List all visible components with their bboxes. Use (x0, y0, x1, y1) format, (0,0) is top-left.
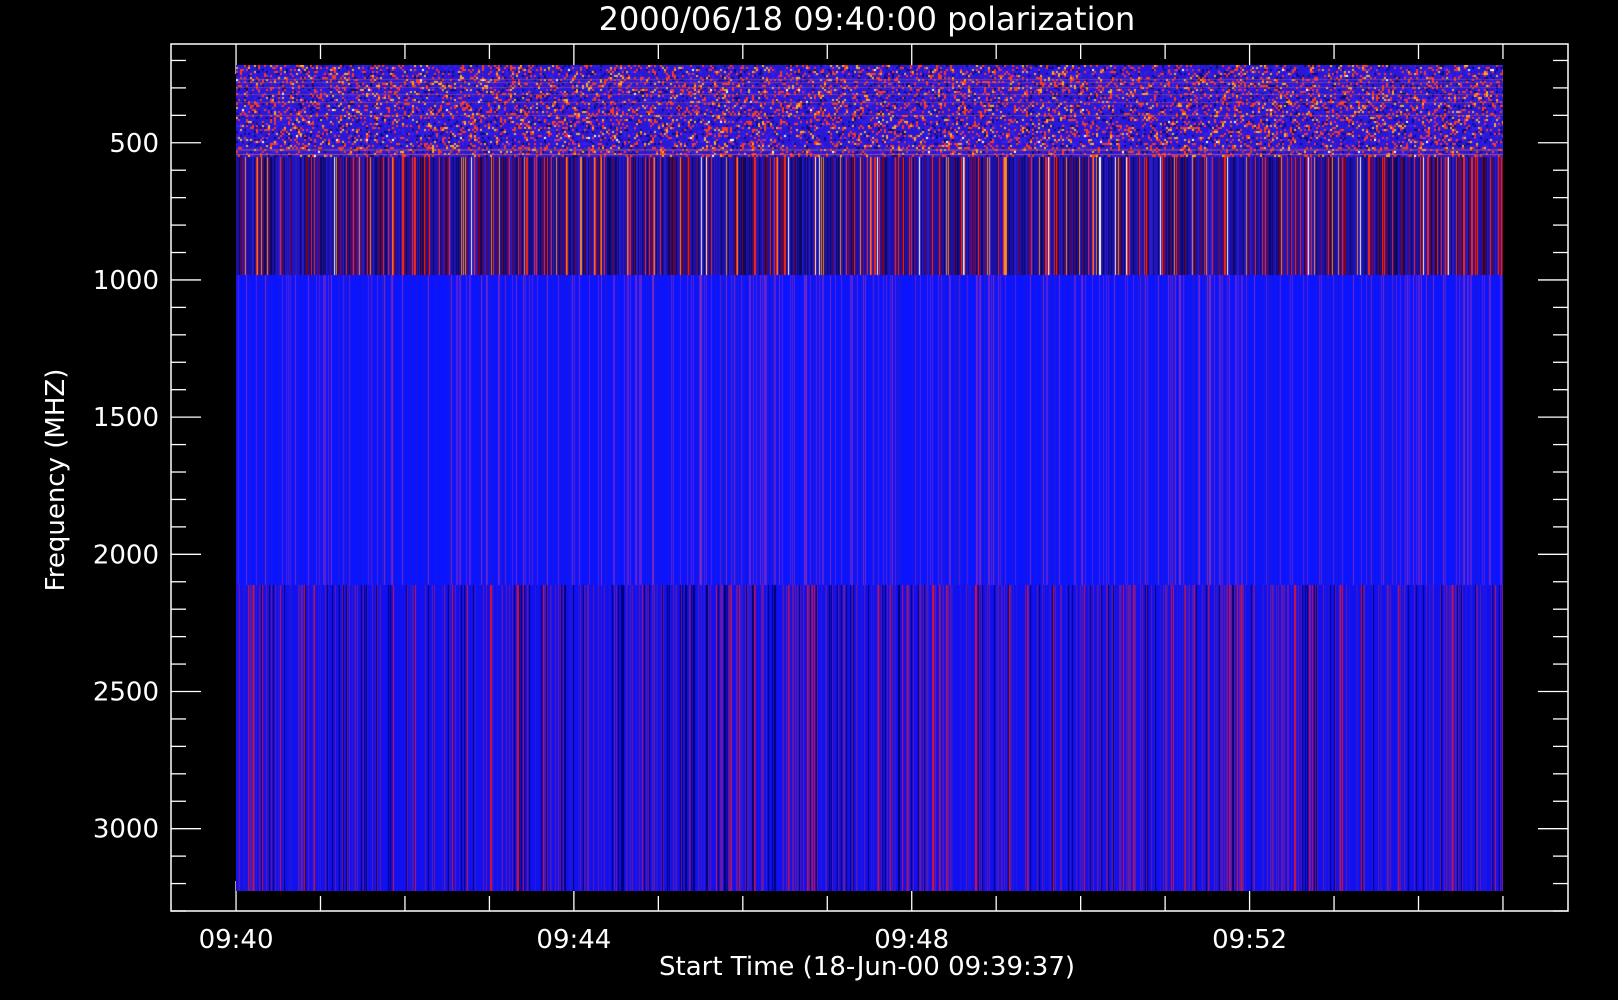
y-axis-label: Frequency (MHZ) (41, 369, 71, 592)
y-tick-label: 1500 (93, 403, 159, 433)
y-tick-label: 500 (109, 129, 159, 159)
y-tick-label: 2000 (93, 540, 159, 570)
y-tick-label: 2500 (93, 678, 159, 708)
y-tick-label: 1000 (93, 266, 159, 296)
chart-title: 2000/06/18 09:40:00 polarization (599, 0, 1136, 38)
x-tick-label: 09:52 (1212, 925, 1287, 955)
x-axis-label: Start Time (18-Jun-00 09:39:37) (659, 952, 1075, 982)
y-tick-label: 3000 (93, 815, 159, 845)
x-tick-label: 09:44 (536, 925, 611, 955)
x-tick-label: 09:48 (874, 925, 949, 955)
x-tick-label: 09:40 (199, 925, 274, 955)
spectrogram-image (236, 65, 1503, 891)
